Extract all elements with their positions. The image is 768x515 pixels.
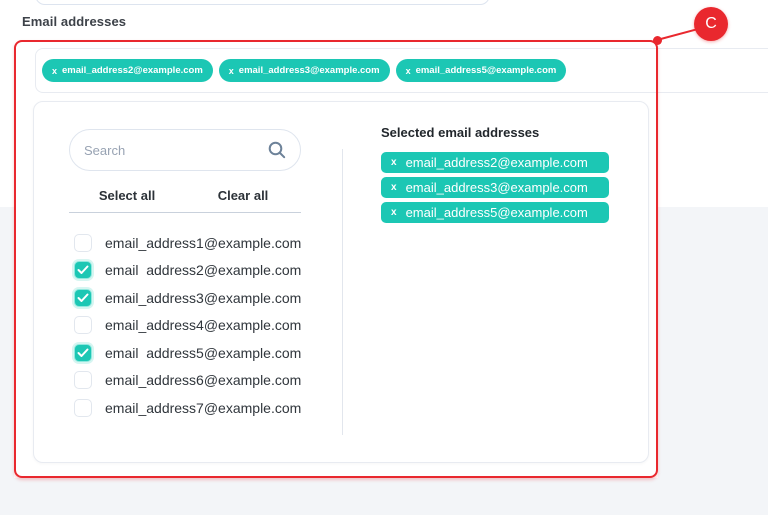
chip-close-icon[interactable]: x xyxy=(406,66,411,76)
checkbox[interactable] xyxy=(74,261,92,279)
selected-email-chip[interactable]: x email_address3@example.com xyxy=(219,59,390,82)
previous-field-remnant xyxy=(35,0,490,5)
header-divider xyxy=(69,212,301,213)
email-addresses-label: Email addresses xyxy=(22,14,126,29)
option-row[interactable]: email_address3@example.com xyxy=(74,284,336,312)
option-row[interactable]: email address2@example.com xyxy=(74,257,336,285)
search-input[interactable] xyxy=(84,143,267,158)
option-label: email address5@example.com xyxy=(105,345,301,361)
email-picker-card: Select all Clear all email_address1@exam… xyxy=(33,101,649,463)
chip-label: email_address5@example.com xyxy=(416,65,557,76)
option-label: email address2@example.com xyxy=(105,262,301,278)
option-row[interactable]: email_address1@example.com xyxy=(74,229,336,257)
selected-panel-title: Selected email addresses xyxy=(381,125,609,139)
panel-divider xyxy=(342,149,343,435)
selected-email-chip[interactable]: x email_address2@example.com xyxy=(381,152,609,173)
chip-close-icon[interactable]: x xyxy=(391,207,397,218)
email-addresses-form: Email addresses x email_address2@example… xyxy=(0,0,768,515)
selected-email-chip[interactable]: x email_address5@example.com xyxy=(381,202,609,223)
option-label: email_address3@example.com xyxy=(105,290,301,306)
email-options-list: email_address1@example.com email address… xyxy=(74,229,336,422)
annotation-letter: C xyxy=(705,15,717,33)
selected-email-chip[interactable]: x email_address5@example.com xyxy=(396,59,567,82)
chip-label: email_address2@example.com xyxy=(406,155,588,170)
selected-email-chip[interactable]: x email_address2@example.com xyxy=(42,59,213,82)
select-all-button[interactable]: Select all xyxy=(69,186,185,204)
option-label: email_address7@example.com xyxy=(105,400,301,416)
selected-email-chip[interactable]: x email_address3@example.com xyxy=(381,177,609,198)
selected-chips-bar: x email_address2@example.com x email_add… xyxy=(35,48,768,93)
chip-label: email_address2@example.com xyxy=(62,65,203,76)
option-row[interactable]: email_address6@example.com xyxy=(74,367,336,395)
chip-close-icon[interactable]: x xyxy=(391,182,397,193)
chip-close-icon[interactable]: x xyxy=(52,66,57,76)
chip-close-icon[interactable]: x xyxy=(391,157,397,168)
option-label: email_address6@example.com xyxy=(105,372,301,388)
checkbox[interactable] xyxy=(74,399,92,417)
selected-chips-list: x email_address2@example.com x email_add… xyxy=(381,152,609,223)
option-row[interactable]: email_address7@example.com xyxy=(74,394,336,422)
option-label: email_address1@example.com xyxy=(105,235,301,251)
search-icon xyxy=(267,140,287,160)
option-row[interactable]: email_address4@example.com xyxy=(74,312,336,340)
chip-label: email_address3@example.com xyxy=(406,180,588,195)
chip-close-icon[interactable]: x xyxy=(229,66,234,76)
option-row[interactable]: email address5@example.com xyxy=(74,339,336,367)
chip-label: email_address3@example.com xyxy=(239,65,380,76)
annotation-badge: C xyxy=(694,7,728,41)
chip-label: email_address5@example.com xyxy=(406,205,588,220)
selected-emails-panel: Selected email addresses x email_address… xyxy=(381,125,609,223)
checkbox[interactable] xyxy=(74,371,92,389)
search-box[interactable] xyxy=(69,129,301,171)
clear-all-button[interactable]: Clear all xyxy=(185,186,301,204)
option-label: email_address4@example.com xyxy=(105,317,301,333)
checkbox[interactable] xyxy=(74,316,92,334)
checkbox[interactable] xyxy=(74,344,92,362)
checkbox[interactable] xyxy=(74,234,92,252)
checkbox[interactable] xyxy=(74,289,92,307)
